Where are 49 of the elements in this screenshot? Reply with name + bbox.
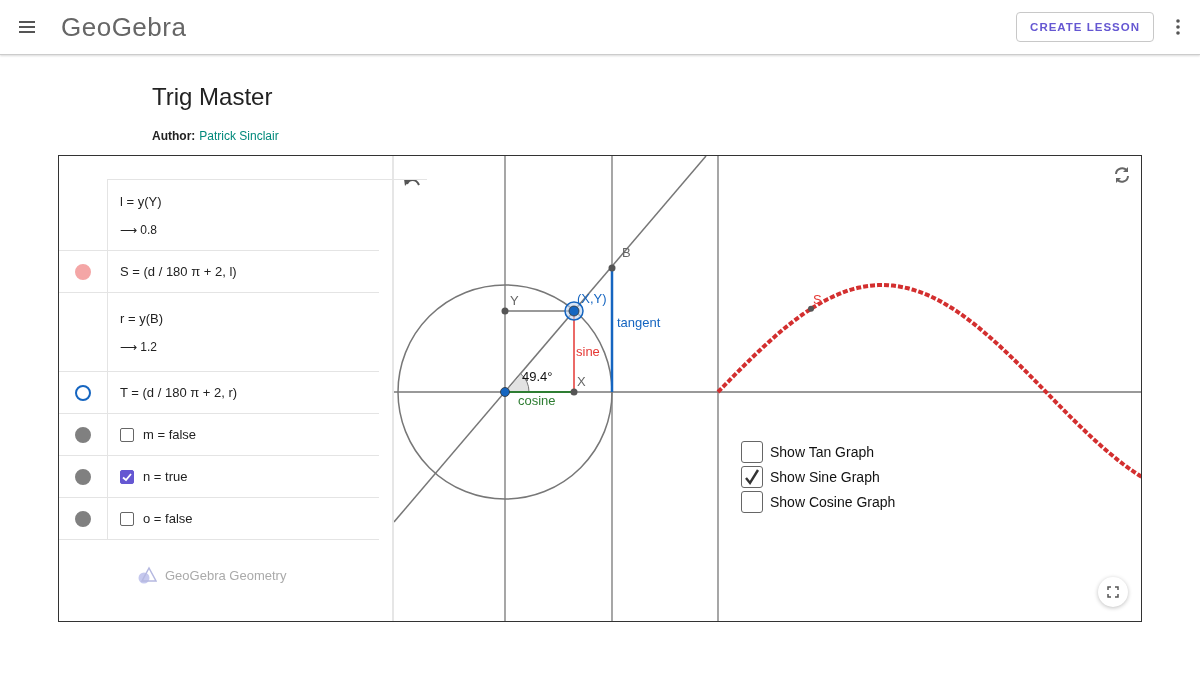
logo[interactable]: GeoGebra <box>61 11 187 43</box>
app-name: GeoGebra Geometry <box>165 567 287 583</box>
refresh-icon[interactable] <box>1113 166 1131 184</box>
checkbox-label[interactable]: Show Cosine Graph <box>770 494 896 510</box>
point <box>608 264 616 272</box>
algebra-expression[interactable]: r = y(B) <box>120 310 367 326</box>
menu-icon[interactable] <box>19 21 35 33</box>
point-label: S <box>813 291 822 307</box>
point-label: B <box>622 245 631 260</box>
point-label: X <box>577 374 586 389</box>
checkbox[interactable] <box>120 511 134 526</box>
more-options-icon[interactable] <box>1176 19 1180 35</box>
point <box>570 388 578 396</box>
point-label: Y <box>510 293 519 308</box>
point-label: (X,Y) <box>577 291 607 306</box>
point <box>808 305 814 312</box>
algebra-expression[interactable]: T = (d / 180 π + 2, r) <box>120 385 367 400</box>
geometry-logo-icon <box>137 566 157 584</box>
author-label: Author: <box>152 129 196 143</box>
point <box>501 307 509 315</box>
checkbox[interactable] <box>741 466 763 488</box>
checkbox-label[interactable]: Show Tan Graph <box>770 444 875 460</box>
origin-point <box>500 387 510 397</box>
checkbox[interactable] <box>120 469 134 484</box>
angle-label: 49.4° <box>522 369 553 384</box>
checkbox[interactable] <box>741 491 763 513</box>
algebra-expression[interactable]: n = true <box>143 469 188 484</box>
algebra-expression[interactable]: o = false <box>143 511 193 526</box>
checkbox[interactable] <box>120 427 134 442</box>
algebra-output: ⟶ 0.8 <box>120 222 158 237</box>
visibility-marker[interactable] <box>75 264 91 280</box>
visibility-marker[interactable] <box>75 469 91 485</box>
algebra-expression[interactable]: m = false <box>143 427 197 442</box>
fullscreen-button[interactable] <box>1098 577 1128 607</box>
segment-label: cosine <box>518 393 556 408</box>
checkbox[interactable] <box>741 441 763 463</box>
segment-label: sine <box>576 344 600 359</box>
visibility-marker[interactable] <box>75 385 91 401</box>
visibility-marker[interactable] <box>75 427 91 443</box>
segment-label: tangent <box>617 315 661 330</box>
visibility-marker[interactable] <box>75 511 91 527</box>
create-lesson-button[interactable]: CREATE LESSON <box>1016 12 1154 42</box>
checkbox-label[interactable]: Show Sine Graph <box>770 469 880 485</box>
fullscreen-icon <box>1107 586 1119 598</box>
algebra-expression[interactable]: S = (d / 180 π + 2, l) <box>120 264 367 279</box>
algebra-expression[interactable]: l = y(Y) <box>120 193 367 209</box>
page-title: Trig Master <box>152 83 274 111</box>
author-link[interactable]: Patrick Sinclair <box>199 129 279 143</box>
algebra-output: ⟶ 1.2 <box>120 339 158 354</box>
